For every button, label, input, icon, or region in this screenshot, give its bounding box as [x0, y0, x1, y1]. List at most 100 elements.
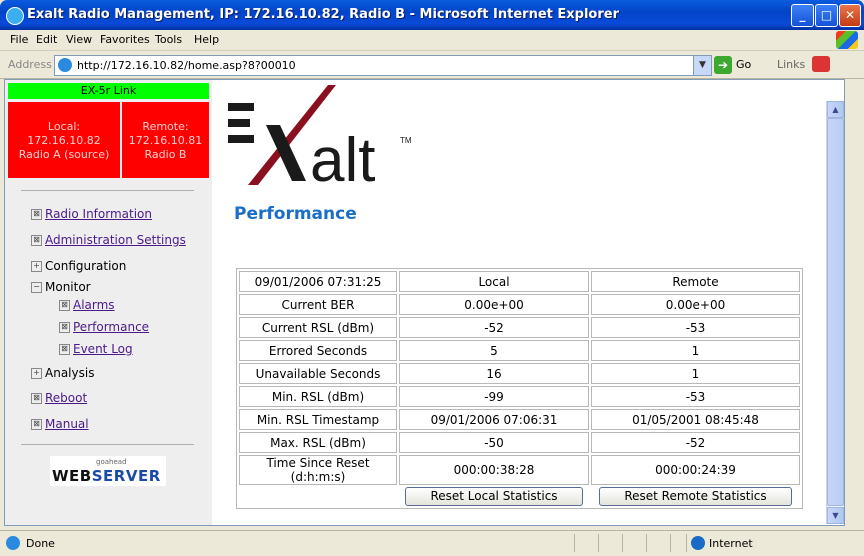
remote-radio-box: Remote: 172.16.10.81 Radio B	[122, 102, 209, 178]
page-icon: ⊠	[31, 419, 42, 430]
go-arrow-icon: ➔	[714, 56, 732, 74]
remote-value: 1	[591, 340, 800, 361]
menu-tools[interactable]: Tools	[155, 33, 182, 46]
menu-help[interactable]: Help	[194, 33, 219, 46]
status-divider	[646, 534, 647, 552]
webserver-small-text: goahead	[96, 458, 127, 466]
nav-manual-link[interactable]: Manual	[45, 417, 89, 431]
table-button-row: Reset Local Statistics Reset Remote Stat…	[239, 487, 800, 506]
status-divider	[598, 534, 599, 552]
vertical-scrollbar[interactable]: ▲ ▼	[826, 101, 844, 524]
nav-monitor-label[interactable]: Monitor	[45, 280, 91, 294]
table-row: Unavailable Seconds 16 1	[239, 363, 800, 384]
remote-label: Remote:	[142, 120, 189, 133]
nav-analysis-label[interactable]: Analysis	[45, 366, 94, 380]
page-title: Performance	[234, 204, 357, 224]
page-icon: ⊠	[59, 300, 70, 311]
nav-configuration[interactable]: + Configuration	[31, 259, 126, 273]
webserver-logo: WEBSERVER	[52, 467, 161, 485]
nav-administration-settings-link[interactable]: Administration Settings	[45, 233, 186, 247]
menu-edit[interactable]: Edit	[36, 33, 57, 46]
remote-value: -52	[591, 432, 800, 453]
address-url[interactable]: http://172.16.10.82/home.asp?8?00010	[77, 59, 296, 72]
status-divider	[574, 534, 575, 552]
row-label: Time Since Reset (d:h:m:s)	[239, 455, 397, 485]
scroll-down-icon[interactable]: ▼	[827, 507, 844, 524]
table-row: Min. RSL Timestamp 09/01/2006 07:06:31 01/…	[239, 409, 800, 430]
status-text: Done	[26, 537, 55, 550]
status-divider	[622, 534, 623, 552]
menu-bar: File Edit View Favorites Tools Help	[0, 30, 864, 51]
address-bar: Address http://172.16.10.82/home.asp?8?0…	[0, 51, 864, 79]
local-value: 09/01/2006 07:06:31	[399, 409, 589, 430]
nav-monitor[interactable]: − Monitor	[31, 280, 91, 294]
nav-performance[interactable]: ⊠ Performance	[59, 320, 149, 334]
table-row: Current BER 0.00e+00 0.00e+00	[239, 294, 800, 315]
nav-radio-information[interactable]: ⊠ Radio Information	[31, 207, 152, 221]
nav-configuration-label[interactable]: Configuration	[45, 259, 126, 273]
table-row: Max. RSL (dBm) -50 -52	[239, 432, 800, 453]
nav-administration-settings[interactable]: ⊠ Administration Settings	[31, 233, 186, 247]
reset-local-statistics-button[interactable]: Reset Local Statistics	[405, 487, 583, 506]
nav-alarms-link[interactable]: Alarms	[73, 298, 115, 312]
page-icon: ⊠	[31, 209, 42, 220]
local-ip: 172.16.10.82	[27, 134, 101, 147]
main-pane: alt TM Performance 09/01/2006 07:31:25 L…	[212, 80, 826, 525]
nav-analysis[interactable]: + Analysis	[31, 366, 94, 380]
address-input[interactable]: http://172.16.10.82/home.asp?8?00010 ▼	[54, 55, 712, 76]
local-value: -99	[399, 386, 589, 407]
local-value: -50	[399, 432, 589, 453]
row-label: Errored Seconds	[239, 340, 397, 361]
page-content: EX-5r Link Local: 172.16.10.82 Radio A (…	[4, 79, 845, 526]
row-label: Unavailable Seconds	[239, 363, 397, 384]
expand-plus-icon[interactable]: +	[31, 368, 42, 379]
address-dropdown-icon[interactable]: ▼	[693, 56, 711, 75]
local-value: 0.00e+00	[399, 294, 589, 315]
table-row: Min. RSL (dBm) -99 -53	[239, 386, 800, 407]
nav-reboot-link[interactable]: Reboot	[45, 391, 87, 405]
nav-manual[interactable]: ⊠ Manual	[31, 417, 89, 431]
row-label: Min. RSL (dBm)	[239, 386, 397, 407]
scroll-up-icon[interactable]: ▲	[827, 101, 844, 118]
links-button[interactable]: Links	[777, 58, 805, 71]
exalt-logo: alt TM	[228, 85, 412, 185]
menu-favorites[interactable]: Favorites	[100, 33, 150, 46]
go-button[interactable]: ➔ Go	[714, 56, 762, 74]
expand-plus-icon[interactable]: +	[31, 261, 42, 272]
title-bar: Exalt Radio Management, IP: 172.16.10.82…	[0, 0, 864, 30]
nav-performance-link[interactable]: Performance	[73, 320, 149, 334]
ie-logo-icon	[6, 7, 24, 25]
local-column-header: Local	[399, 271, 589, 292]
menu-view[interactable]: View	[66, 33, 92, 46]
webserver-server: SERVER	[91, 467, 161, 485]
go-label: Go	[736, 58, 752, 71]
table-row: Time Since Reset (d:h:m:s) 000:00:38:28 00…	[239, 455, 800, 485]
row-label: Current RSL (dBm)	[239, 317, 397, 338]
remote-column-header: Remote	[591, 271, 800, 292]
local-value: 5	[399, 340, 589, 361]
left-sidebar: EX-5r Link Local: 172.16.10.82 Radio A (…	[5, 80, 212, 525]
nav-event-log-link[interactable]: Event Log	[73, 342, 133, 356]
remote-value: 01/05/2001 08:45:48	[591, 409, 800, 430]
collapse-minus-icon[interactable]: −	[31, 282, 42, 293]
table-header-row: 09/01/2006 07:31:25 Local Remote	[239, 271, 800, 292]
nav-reboot[interactable]: ⊠ Reboot	[31, 391, 87, 405]
toolbar-extra-icon[interactable]	[812, 56, 830, 72]
minimize-button[interactable]: _	[791, 4, 814, 27]
nav-radio-information-link[interactable]: Radio Information	[45, 207, 152, 221]
logo-tm: TM	[400, 136, 412, 145]
table-row: Errored Seconds 5 1	[239, 340, 800, 361]
menu-file[interactable]: File	[10, 33, 28, 46]
local-value: -52	[399, 317, 589, 338]
remote-ip: 172.16.10.81	[128, 134, 203, 147]
address-label: Address	[8, 58, 52, 71]
nav-event-log[interactable]: ⊠ Event Log	[59, 342, 133, 356]
scroll-thumb[interactable]	[827, 118, 844, 506]
reset-remote-statistics-button[interactable]: Reset Remote Statistics	[599, 487, 792, 506]
performance-table: 09/01/2006 07:31:25 Local Remote Current…	[236, 268, 803, 509]
maximize-button[interactable]: □	[815, 4, 838, 27]
nav-alarms[interactable]: ⊠ Alarms	[59, 298, 115, 312]
internet-zone-icon	[691, 536, 705, 550]
browser-window: Exalt Radio Management, IP: 172.16.10.82…	[0, 0, 864, 556]
close-button[interactable]: ✕	[839, 4, 861, 27]
